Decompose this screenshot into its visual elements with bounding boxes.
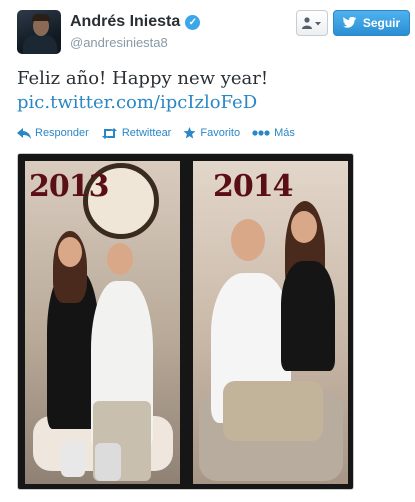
verified-icon: ✓ bbox=[185, 14, 201, 30]
user-dropdown-icon bbox=[302, 17, 321, 29]
favorite-action[interactable]: Favorito bbox=[183, 127, 240, 139]
more-label: Más bbox=[274, 127, 295, 139]
retweet-label: Retwittear bbox=[121, 127, 172, 139]
user-name-row[interactable]: Andrés Iniesta ✓ bbox=[70, 13, 201, 31]
retweet-action[interactable]: Retwittear bbox=[101, 127, 172, 139]
tweet-text: Feliz año! Happy new year! pic.twitter.c… bbox=[17, 67, 407, 115]
reply-label: Responder bbox=[35, 127, 89, 139]
twitter-bird-icon bbox=[342, 17, 356, 28]
tweet-body: Feliz año! Happy new year! bbox=[17, 68, 269, 89]
photo-panel-2013: 2013 bbox=[25, 161, 180, 484]
photo-panel-2014: 2014 bbox=[193, 161, 348, 484]
follow-menu-button[interactable] bbox=[296, 10, 328, 36]
screen-name[interactable]: @andresiniesta8 bbox=[70, 35, 168, 50]
reply-action[interactable]: Responder bbox=[17, 127, 89, 139]
follow-button[interactable]: Seguir bbox=[333, 10, 410, 36]
tweet-photo[interactable]: 2013 2014 bbox=[17, 153, 354, 490]
tweet-actions: Responder Retwittear Favorito Más bbox=[17, 127, 307, 139]
follow-button-label: Seguir bbox=[362, 16, 401, 30]
reply-icon bbox=[17, 127, 31, 139]
tweet: Andrés Iniesta ✓ @andresiniesta8 Seguir … bbox=[0, 0, 415, 502]
avatar[interactable] bbox=[17, 10, 61, 54]
star-icon bbox=[183, 127, 196, 139]
more-action[interactable]: Más bbox=[252, 127, 295, 139]
display-name[interactable]: Andrés Iniesta bbox=[70, 13, 180, 31]
retweet-icon bbox=[101, 127, 117, 139]
more-icon bbox=[252, 130, 270, 136]
favorite-label: Favorito bbox=[200, 127, 241, 139]
year-2013: 2013 bbox=[29, 169, 109, 204]
year-2014: 2014 bbox=[213, 169, 293, 204]
tweet-photo-link[interactable]: pic.twitter.com/ipcIzloFeD bbox=[17, 91, 407, 115]
